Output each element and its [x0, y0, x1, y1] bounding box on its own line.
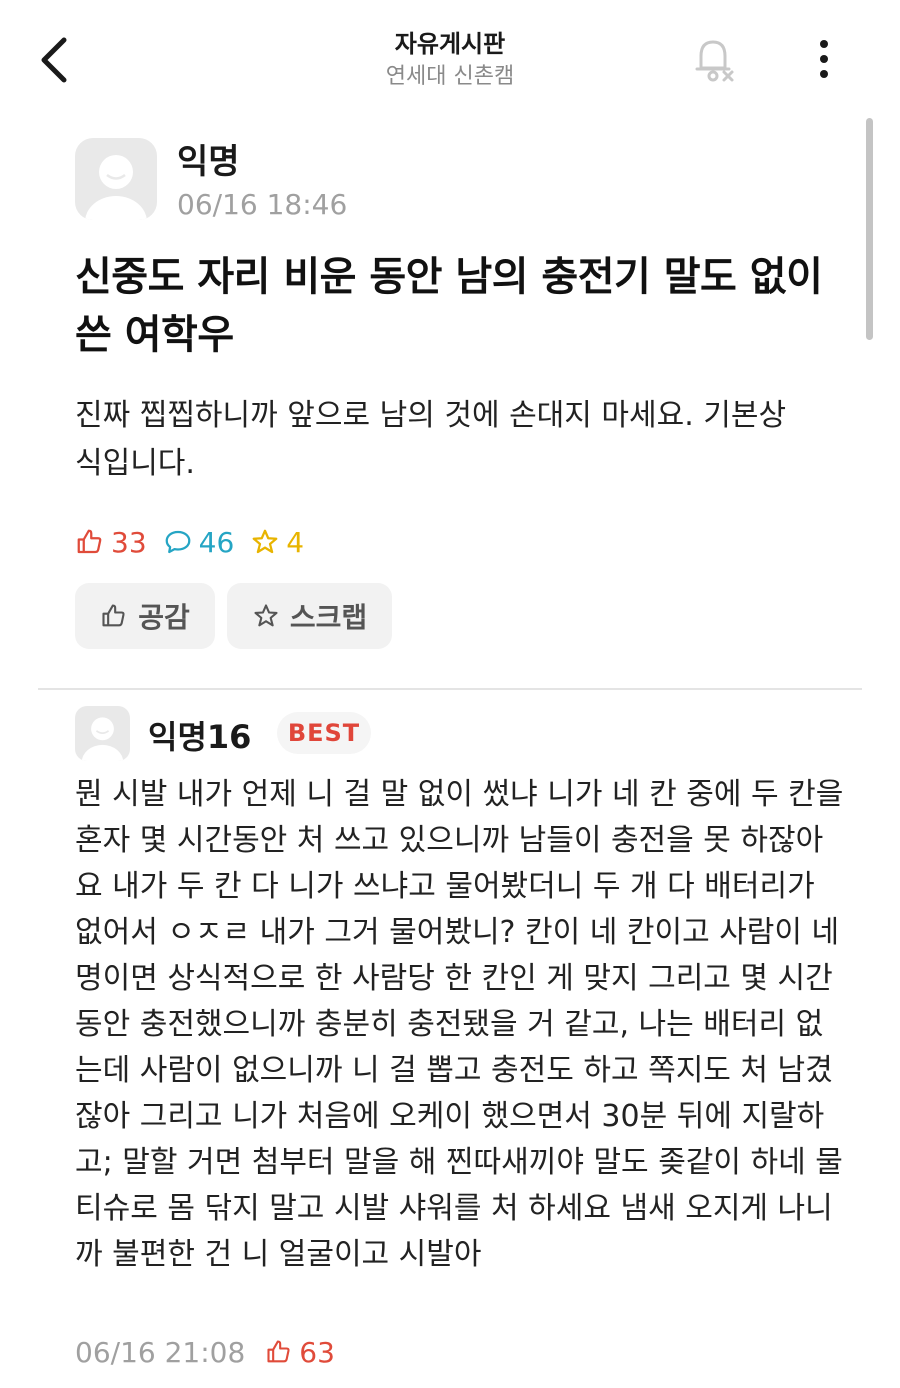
- scrap-count: 4: [250, 526, 304, 559]
- star-icon: [252, 529, 278, 554]
- scrollbar[interactable]: [866, 118, 873, 340]
- thumbs-up-icon: [77, 529, 102, 554]
- like-count: 33: [75, 526, 147, 559]
- speech-bubble-icon: [165, 530, 191, 554]
- divider: [38, 688, 862, 690]
- notification-toggle-button[interactable]: [688, 34, 738, 86]
- top-bar: 자유게시판 연세대 신촌캠: [0, 0, 900, 110]
- more-vertical-icon: [820, 40, 828, 78]
- comment-count-value: 46: [198, 525, 235, 559]
- post-body: 진짜 찝찝하니까 앞으로 남의 것에 손대지 마세요. 기본상식입니다.: [75, 398, 787, 481]
- back-arrow-icon: [41, 37, 67, 83]
- scrap-button[interactable]: 스크랩: [227, 583, 392, 649]
- post-author: 익명: [177, 142, 240, 182]
- best-badge: BEST: [277, 712, 371, 754]
- like-button-label: 공감: [138, 601, 190, 634]
- comment-like-value: 63: [299, 1335, 335, 1369]
- default-avatar-icon: [85, 155, 147, 220]
- avatar: [75, 138, 157, 220]
- board-title: 자유게시판: [394, 30, 506, 58]
- more-options-button[interactable]: [806, 36, 842, 84]
- comment-meta: 06/16 21:08 63: [75, 1332, 335, 1372]
- board-subtitle: 연세대 신촌캠: [385, 64, 515, 89]
- header-titles: 자유게시판 연세대 신촌캠: [250, 28, 650, 92]
- post-stats: 33 46 4: [75, 524, 320, 560]
- comment-count: 46: [163, 525, 235, 559]
- post-timestamp: 06/16 18:46: [177, 188, 348, 221]
- star-icon: [254, 604, 278, 627]
- default-avatar-icon: [81, 717, 124, 761]
- scrap-count-value: 4: [286, 525, 305, 559]
- bell-off-icon: [695, 40, 734, 82]
- post-title: 신중도 자리 비운 동안 남의 충전기 말도 없이 쓴 여학우: [75, 254, 823, 358]
- scrap-button-label: 스크랩: [289, 601, 368, 634]
- comment-body: 뭔 시발 내가 언제 니 걸 말 없이 썼냐 니가 네 칸 중에 두 칸을 혼자…: [75, 777, 844, 1272]
- comment-timestamp: 06/16 21:08: [75, 1335, 246, 1369]
- thumbs-up-icon: [267, 1340, 290, 1363]
- comment-avatar: [75, 706, 130, 761]
- like-button[interactable]: 공감: [75, 583, 215, 649]
- back-button[interactable]: [30, 30, 80, 90]
- comment-like-count: 63: [265, 1336, 335, 1369]
- thumbs-up-icon: [102, 604, 125, 627]
- like-count-value: 33: [111, 525, 147, 559]
- comment-author: 익명16: [148, 718, 252, 756]
